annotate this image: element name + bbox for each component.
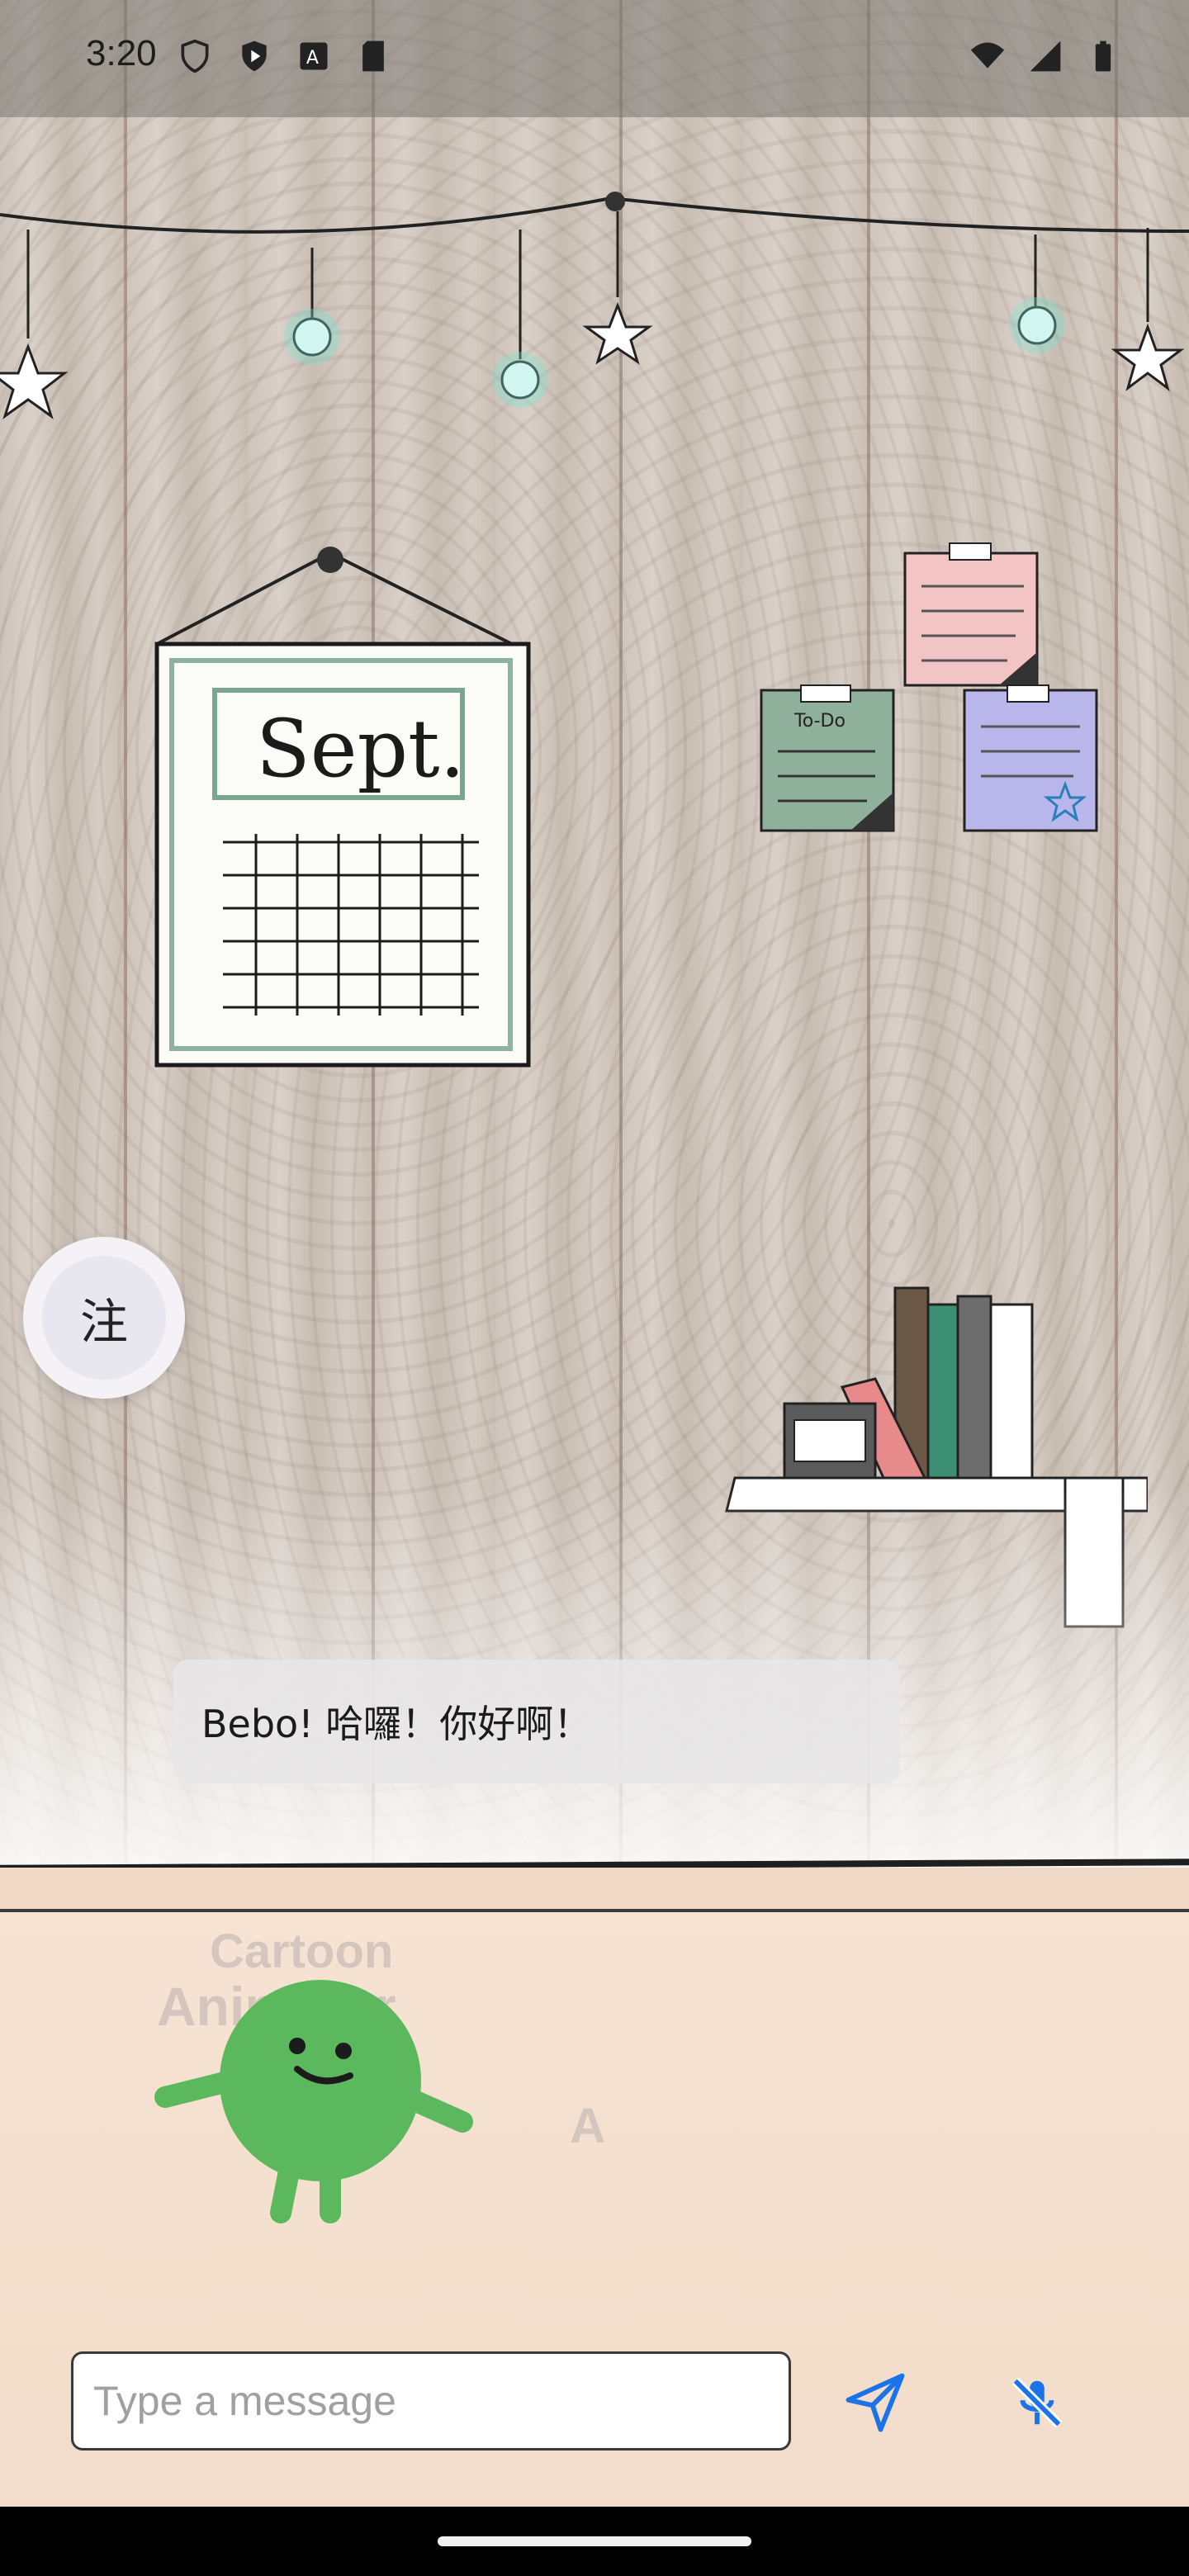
svg-text:A: A	[306, 48, 319, 69]
string-lights	[0, 192, 1189, 419]
star-ornament-1	[0, 343, 69, 419]
shield-play-icon	[242, 40, 267, 72]
battery-icon	[1095, 40, 1111, 72]
note-button-label: 注	[42, 1256, 166, 1380]
status-bar: 3:20 A	[0, 0, 1189, 117]
sticky-notes: To-Do	[760, 542, 1098, 832]
calendar-month-label: Sept.	[256, 703, 465, 795]
wifi-icon	[970, 42, 1005, 69]
watermark-line-3: A	[570, 2098, 606, 2153]
calendar-poster: Sept.	[154, 547, 531, 1068]
send-icon	[846, 2373, 905, 2432]
note-button[interactable]: 注	[23, 1237, 185, 1399]
speech-bubble: Bebo! 哈囉！你好啊！	[173, 1660, 900, 1783]
green-blob-character[interactable]	[149, 1965, 495, 2229]
mic-off-icon	[1011, 2377, 1063, 2428]
status-time: 3:20	[86, 33, 157, 73]
cell-signal-icon	[1030, 40, 1061, 72]
font-a-icon: A	[300, 42, 328, 70]
send-button[interactable]	[834, 2361, 917, 2444]
speech-bubble-text: Bebo! 哈囉！你好啊！	[201, 1702, 592, 1746]
mic-off-button[interactable]	[996, 2361, 1078, 2444]
home-gesture-handle[interactable]	[438, 2536, 751, 2546]
sd-card-icon	[362, 40, 384, 72]
shield-outline-icon	[181, 39, 209, 73]
todo-note-label: To-Do	[793, 711, 846, 732]
baseboard	[0, 1868, 1189, 1912]
message-input[interactable]	[71, 2351, 791, 2451]
